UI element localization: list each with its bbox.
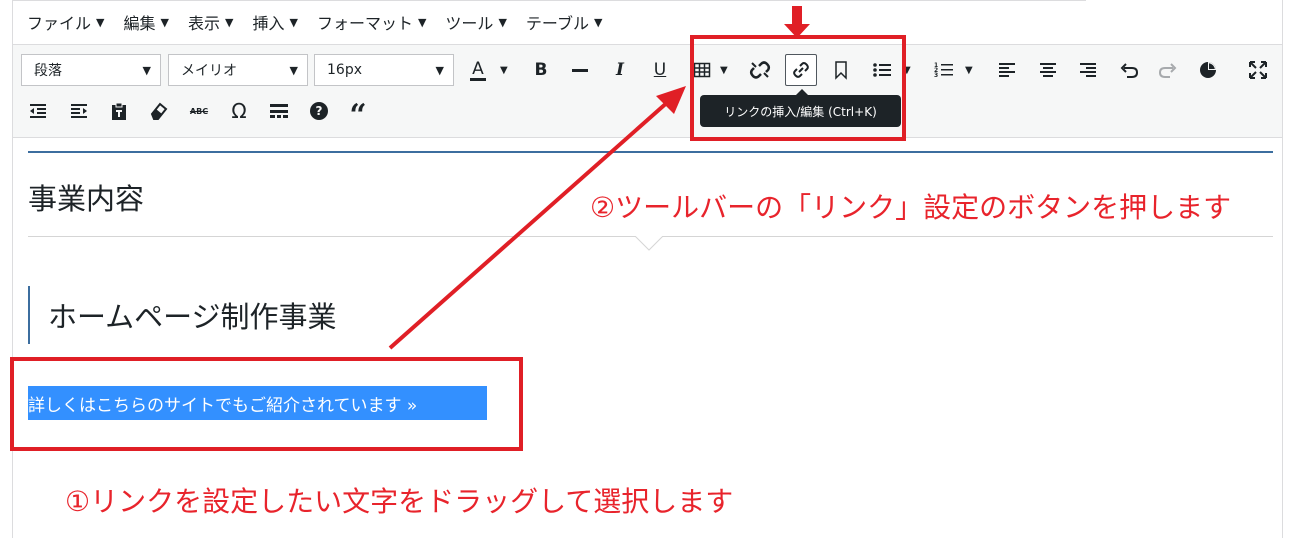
down-arrow-icon (784, 6, 810, 38)
annotation-step1: ①リンクを設定したい文字をドラッグして選択します (65, 485, 734, 518)
annotation-arrows (388, 6, 810, 350)
annotation-step2: ②ツールバーの「リンク」設定のボタンを押します (590, 191, 1232, 224)
